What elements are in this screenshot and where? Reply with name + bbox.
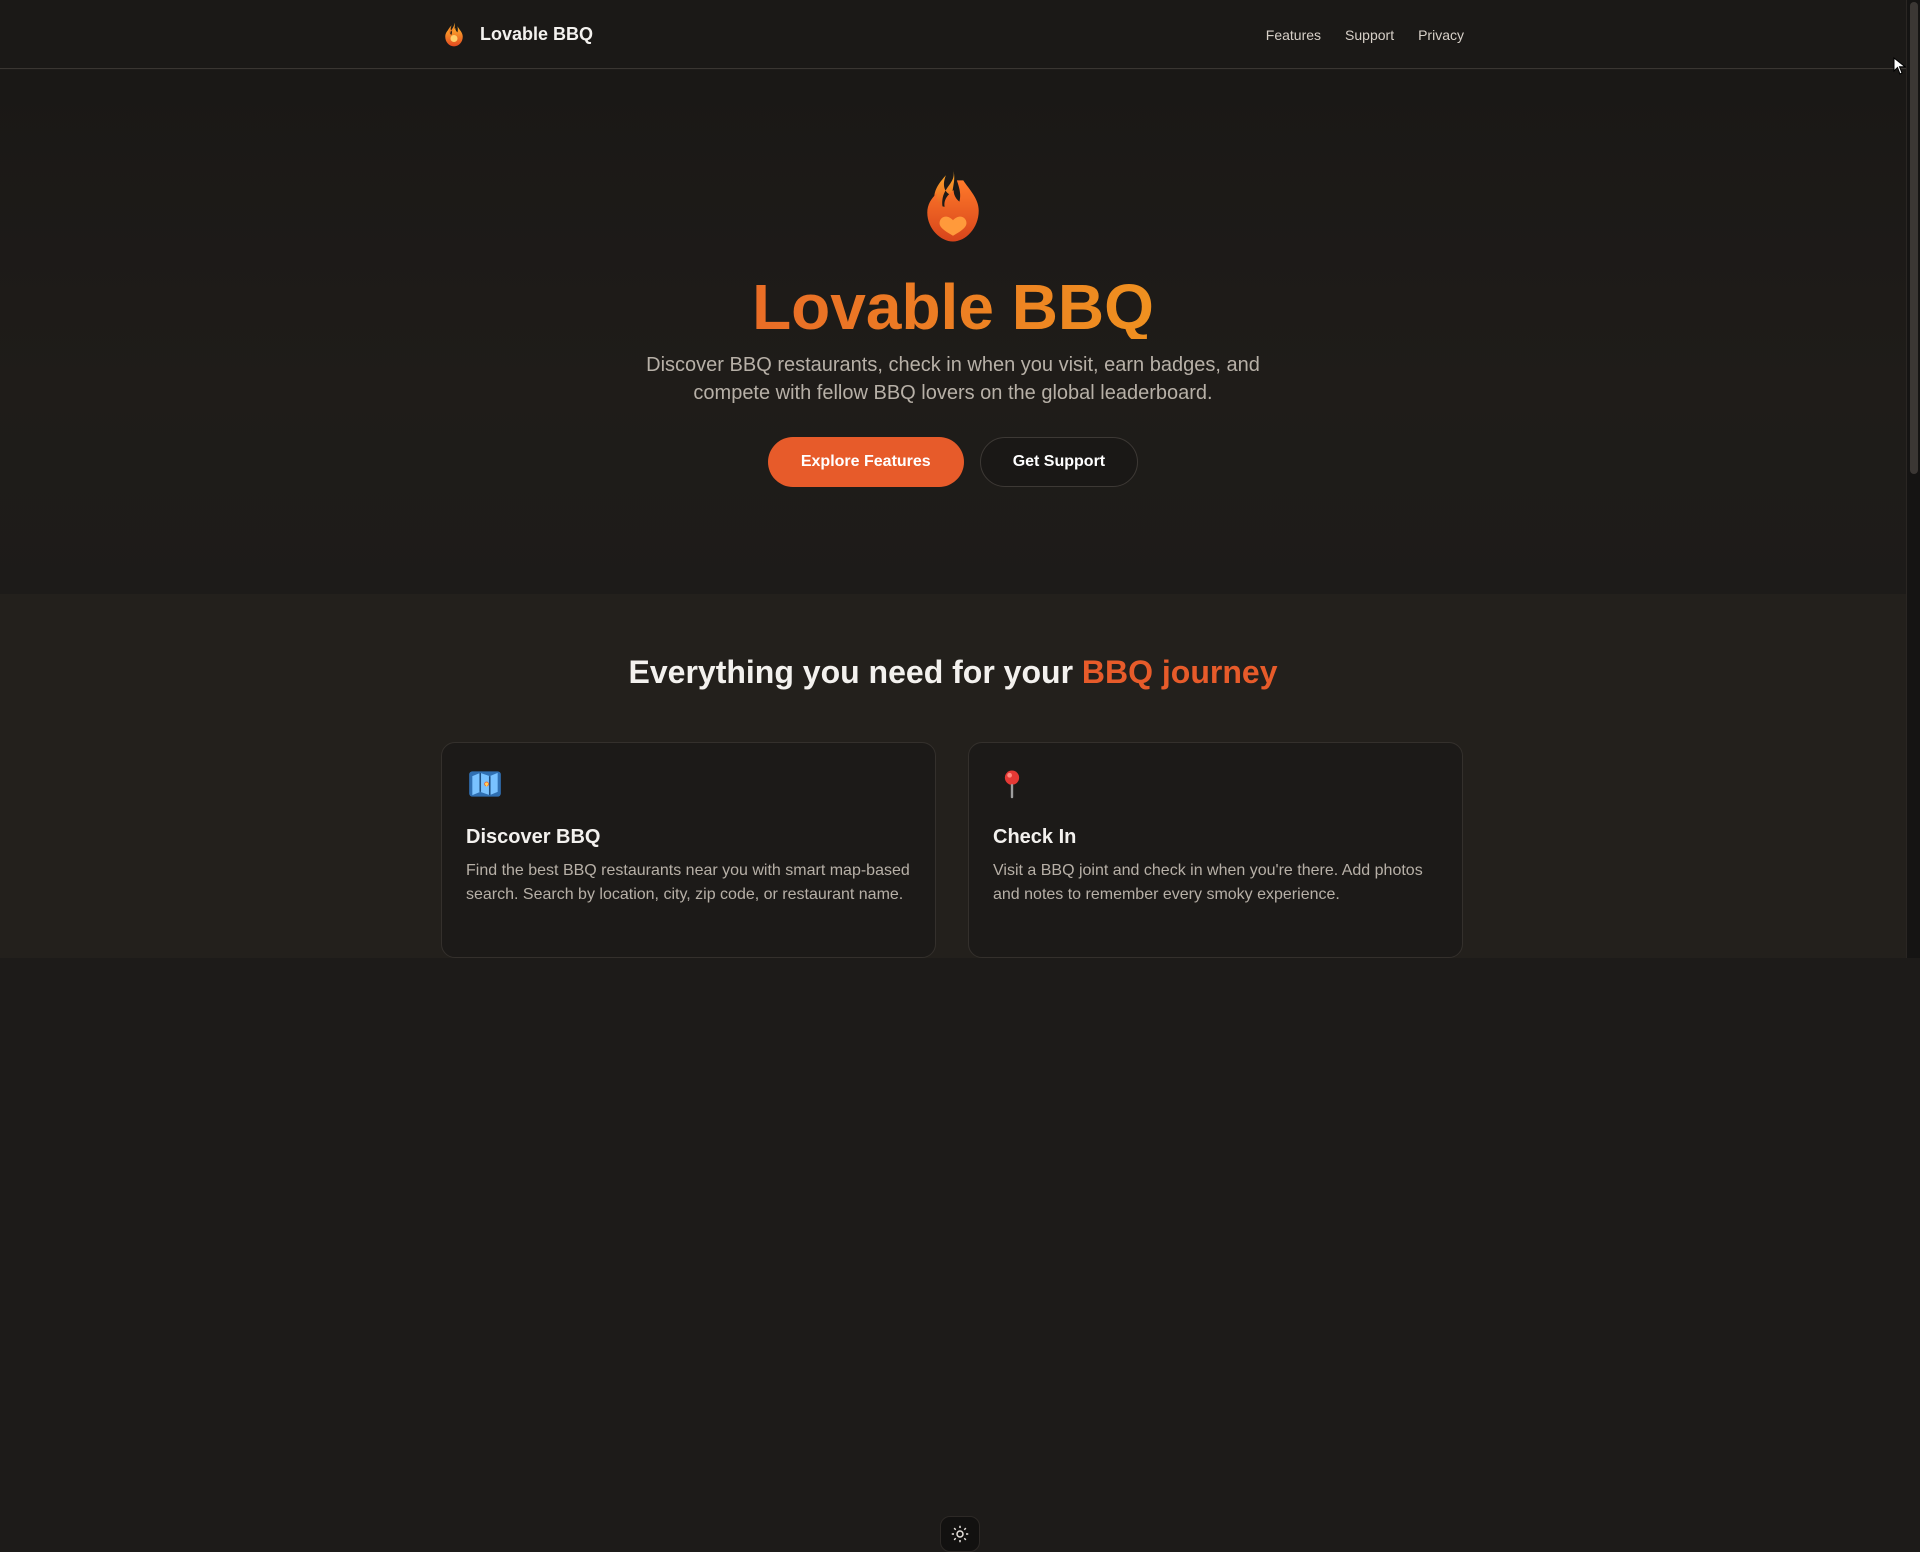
brand-title: Lovable BBQ bbox=[480, 24, 594, 44]
features-cards: Discover BBQ Find the best BBQ restauran… bbox=[441, 742, 1463, 958]
brand[interactable]: Lovable BBQ bbox=[440, 21, 593, 49]
floating-settings-button[interactable] bbox=[940, 1516, 980, 1552]
explore-features-button[interactable]: Explore Features bbox=[767, 437, 964, 487]
pin-icon bbox=[1004, 770, 1020, 799]
mouse-cursor-icon bbox=[1893, 57, 1907, 75]
hero-cta-row: Explore Features Get Support bbox=[553, 437, 1353, 487]
vertical-scrollbar[interactable] bbox=[1906, 0, 1920, 958]
nav-support[interactable]: Support bbox=[1345, 27, 1394, 43]
flame-heart-icon bbox=[927, 168, 979, 242]
feature-title: Check In bbox=[993, 826, 1077, 848]
flame-icon bbox=[445, 22, 463, 46]
nav-features[interactable]: Features bbox=[1266, 27, 1321, 43]
sun-icon bbox=[951, 1525, 969, 1543]
top-nav-inner: Lovable BBQ Features Support Privacy bbox=[440, 0, 1464, 69]
features-title-accent: BBQ journey bbox=[1081, 654, 1278, 690]
feature-card-discover[interactable]: Discover BBQ Find the best BBQ restauran… bbox=[441, 742, 936, 958]
get-support-button[interactable]: Get Support bbox=[979, 437, 1139, 487]
hero-section: Lovable BBQ Discover BBQ restaurants, ch… bbox=[0, 70, 1906, 594]
top-nav: Lovable BBQ Features Support Privacy bbox=[0, 0, 1906, 69]
feature-text: Visit a BBQ joint and check in when you'… bbox=[993, 862, 1423, 903]
map-icon bbox=[469, 771, 501, 797]
features-title: Everything you need for your BBQ journey bbox=[0, 654, 1906, 691]
feature-text: Find the best BBQ restaurants near you w… bbox=[466, 862, 910, 903]
scroll-thumb[interactable] bbox=[1910, 2, 1918, 474]
primary-nav: Features Support Privacy bbox=[1266, 27, 1464, 43]
features-section: Everything you need for your BBQ journey… bbox=[0, 594, 1906, 1552]
features-title-prefix: Everything you need for your bbox=[628, 654, 1082, 690]
feature-card-check-in[interactable]: Check In Visit a BBQ joint and check in … bbox=[968, 742, 1463, 958]
hero-subtitle: Discover BBQ restaurants, check in when … bbox=[646, 354, 1260, 404]
nav-privacy[interactable]: Privacy bbox=[1418, 27, 1464, 43]
feature-title: Discover BBQ bbox=[466, 826, 601, 848]
hero-title: Lovable BBQ bbox=[553, 275, 1353, 339]
hero-content: Lovable BBQ Discover BBQ restaurants, ch… bbox=[553, 165, 1353, 487]
